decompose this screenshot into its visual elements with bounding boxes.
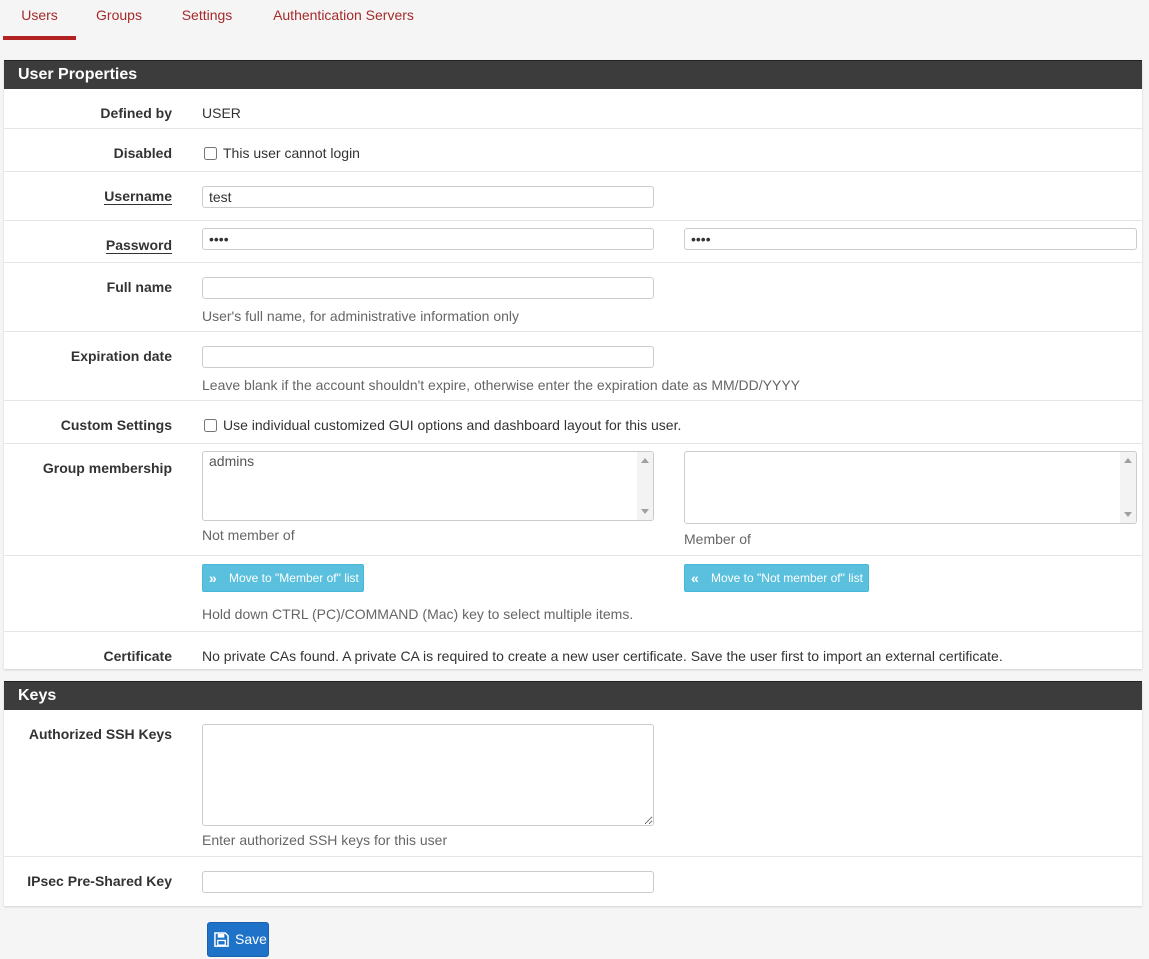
certificate-label: Certificate bbox=[103, 648, 172, 664]
tab-bar: Users Groups Settings Authentication Ser… bbox=[0, 0, 1149, 40]
disabled-label: Disabled bbox=[113, 145, 172, 161]
password-label: Password bbox=[105, 237, 172, 254]
certificate-value: No private CAs found. A private CA is re… bbox=[202, 648, 1003, 664]
defined-by-value: USER bbox=[202, 105, 241, 121]
multi-select-help: Hold down CTRL (PC)/COMMAND (Mac) key to… bbox=[202, 606, 634, 622]
disabled-checkbox[interactable] bbox=[204, 147, 217, 160]
full-name-input[interactable] bbox=[202, 277, 654, 299]
ssh-keys-textarea[interactable] bbox=[202, 724, 654, 826]
scroll-up-arrow-icon[interactable] bbox=[641, 458, 649, 463]
full-name-label: Full name bbox=[106, 279, 172, 295]
tab-users[interactable]: Users bbox=[3, 0, 76, 40]
keys-heading: Keys bbox=[4, 681, 1142, 710]
user-properties-panel: User Properties Defined by USER Disabled… bbox=[4, 60, 1142, 669]
tab-authentication-servers[interactable]: Authentication Servers bbox=[266, 0, 421, 38]
group-option-admins[interactable]: admins bbox=[209, 453, 254, 469]
custom-settings-checkbox[interactable] bbox=[204, 419, 217, 432]
defined-by-label: Defined by bbox=[100, 105, 172, 121]
expiration-date-row: Expiration date Leave blank if the accou… bbox=[4, 332, 1142, 401]
expiration-date-input[interactable] bbox=[202, 346, 654, 368]
scroll-up-arrow-icon[interactable] bbox=[1124, 458, 1132, 463]
ipsec-psk-input[interactable] bbox=[202, 871, 654, 893]
member-of-listbox[interactable] bbox=[684, 451, 1137, 524]
not-member-of-scrollbar[interactable] bbox=[637, 452, 653, 520]
scroll-down-arrow-icon[interactable] bbox=[1124, 512, 1132, 517]
save-button[interactable]: Save bbox=[207, 922, 269, 957]
username-row: Username bbox=[4, 172, 1142, 221]
ipsec-psk-row: IPsec Pre-Shared Key bbox=[4, 857, 1142, 907]
move-to-member-of-button[interactable]: » Move to "Member of" list bbox=[202, 564, 364, 592]
group-membership-row: Group membership admins Not member of Me… bbox=[4, 444, 1142, 556]
ssh-keys-row: Authorized SSH Keys Enter authorized SSH… bbox=[4, 710, 1142, 857]
password-input[interactable] bbox=[202, 228, 654, 250]
defined-by-row: Defined by USER bbox=[4, 89, 1142, 129]
password-confirm-input[interactable] bbox=[684, 228, 1137, 250]
tab-groups[interactable]: Groups bbox=[88, 0, 150, 38]
ssh-keys-help: Enter authorized SSH keys for this user bbox=[202, 832, 448, 848]
custom-settings-row: Custom Settings Use individual customize… bbox=[4, 401, 1142, 444]
double-chevron-left-icon: « bbox=[691, 570, 699, 586]
not-member-of-label: Not member of bbox=[202, 527, 295, 543]
group-membership-label: Group membership bbox=[42, 460, 172, 476]
expiration-date-help: Leave blank if the account shouldn't exp… bbox=[202, 377, 801, 393]
not-member-of-listbox[interactable]: admins bbox=[202, 451, 654, 521]
disabled-row: Disabled This user cannot login bbox=[4, 129, 1142, 172]
expiration-date-label: Expiration date bbox=[70, 348, 172, 364]
username-label: Username bbox=[104, 188, 172, 205]
floppy-disk-icon bbox=[214, 932, 229, 947]
tab-settings[interactable]: Settings bbox=[174, 0, 240, 38]
password-row: Password bbox=[4, 221, 1142, 263]
ipsec-psk-label: IPsec Pre-Shared Key bbox=[27, 873, 172, 889]
ssh-keys-label: Authorized SSH Keys bbox=[28, 726, 172, 742]
member-of-scrollbar[interactable] bbox=[1120, 452, 1136, 523]
username-input[interactable] bbox=[202, 186, 654, 208]
move-to-not-member-of-button[interactable]: « Move to "Not member of" list bbox=[684, 564, 869, 592]
member-of-label: Member of bbox=[684, 531, 751, 547]
certificate-row: Certificate No private CAs found. A priv… bbox=[4, 632, 1142, 670]
move-buttons-row: » Move to "Member of" list « Move to "No… bbox=[4, 556, 1142, 632]
full-name-row: Full name User's full name, for administ… bbox=[4, 263, 1142, 332]
double-chevron-right-icon: » bbox=[209, 570, 217, 586]
user-properties-heading: User Properties bbox=[4, 60, 1142, 89]
scroll-down-arrow-icon[interactable] bbox=[641, 509, 649, 514]
keys-panel: Keys Authorized SSH Keys Enter authorize… bbox=[4, 681, 1142, 906]
custom-settings-label: Custom Settings bbox=[60, 417, 172, 433]
full-name-help: User's full name, for administrative inf… bbox=[202, 308, 520, 324]
disabled-checkbox-label: This user cannot login bbox=[223, 145, 360, 161]
custom-settings-checkbox-label: Use individual customized GUI options an… bbox=[223, 417, 682, 433]
